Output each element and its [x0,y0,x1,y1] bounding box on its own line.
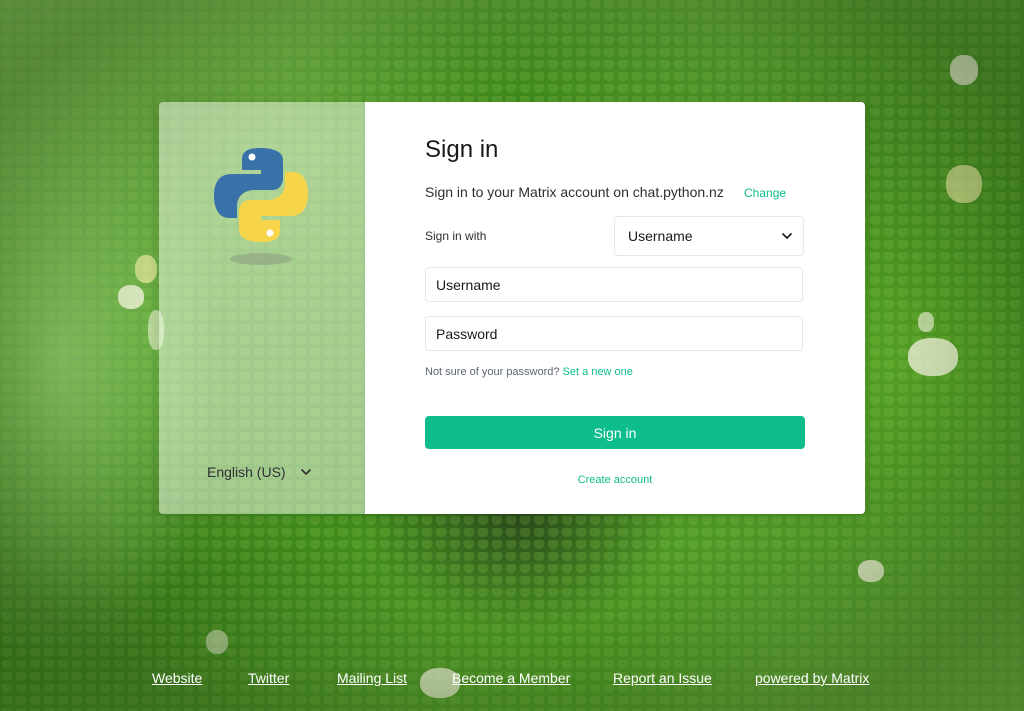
footer-link-powered-by-matrix[interactable]: powered by Matrix [755,670,869,686]
login-card: English (US) Sign in Sign in to your Mat… [159,102,865,514]
footer-link-become-member[interactable]: Become a Member [452,670,570,686]
footer-link-report-issue[interactable]: Report an Issue [613,670,712,686]
python-logo-blue-eye [248,153,256,161]
sign-in-method-value: Username [628,228,693,244]
footer-link-mailing-list[interactable]: Mailing List [337,670,407,686]
forgot-password-prefix: Not sure of your password? [425,366,560,378]
server-subtitle: Sign in to your Matrix account on chat.p… [425,184,724,200]
password-input[interactable] [425,316,803,351]
python-logo-yellow-eye [266,229,274,237]
chevron-down-icon [300,468,312,476]
language-label: English (US) [207,464,286,480]
create-account-link[interactable]: Create account [425,474,805,486]
footer-link-website[interactable]: Website [152,670,202,686]
username-input[interactable] [425,267,803,302]
sign-in-with-label: Sign in with [425,229,487,243]
language-selector[interactable]: English (US) [199,460,329,484]
footer-links: Website Twitter Mailing List Become a Me… [0,670,1024,690]
logo-shadow [230,253,292,265]
page-title: Sign in [425,136,499,163]
python-logo [214,148,308,265]
chevron-down-icon [781,232,793,240]
auth-body: Sign in Sign in to your Matrix account o… [365,102,865,514]
reset-password-link[interactable]: Set a new one [563,366,633,378]
auth-sidebar: English (US) [159,102,365,514]
change-server-link[interactable]: Change [744,186,786,200]
sign-in-method-select[interactable]: Username [614,216,804,256]
sign-in-button[interactable]: Sign in [425,416,805,449]
forgot-password-text: Not sure of your password? Set a new one [425,366,633,378]
footer-link-twitter[interactable]: Twitter [248,670,289,686]
